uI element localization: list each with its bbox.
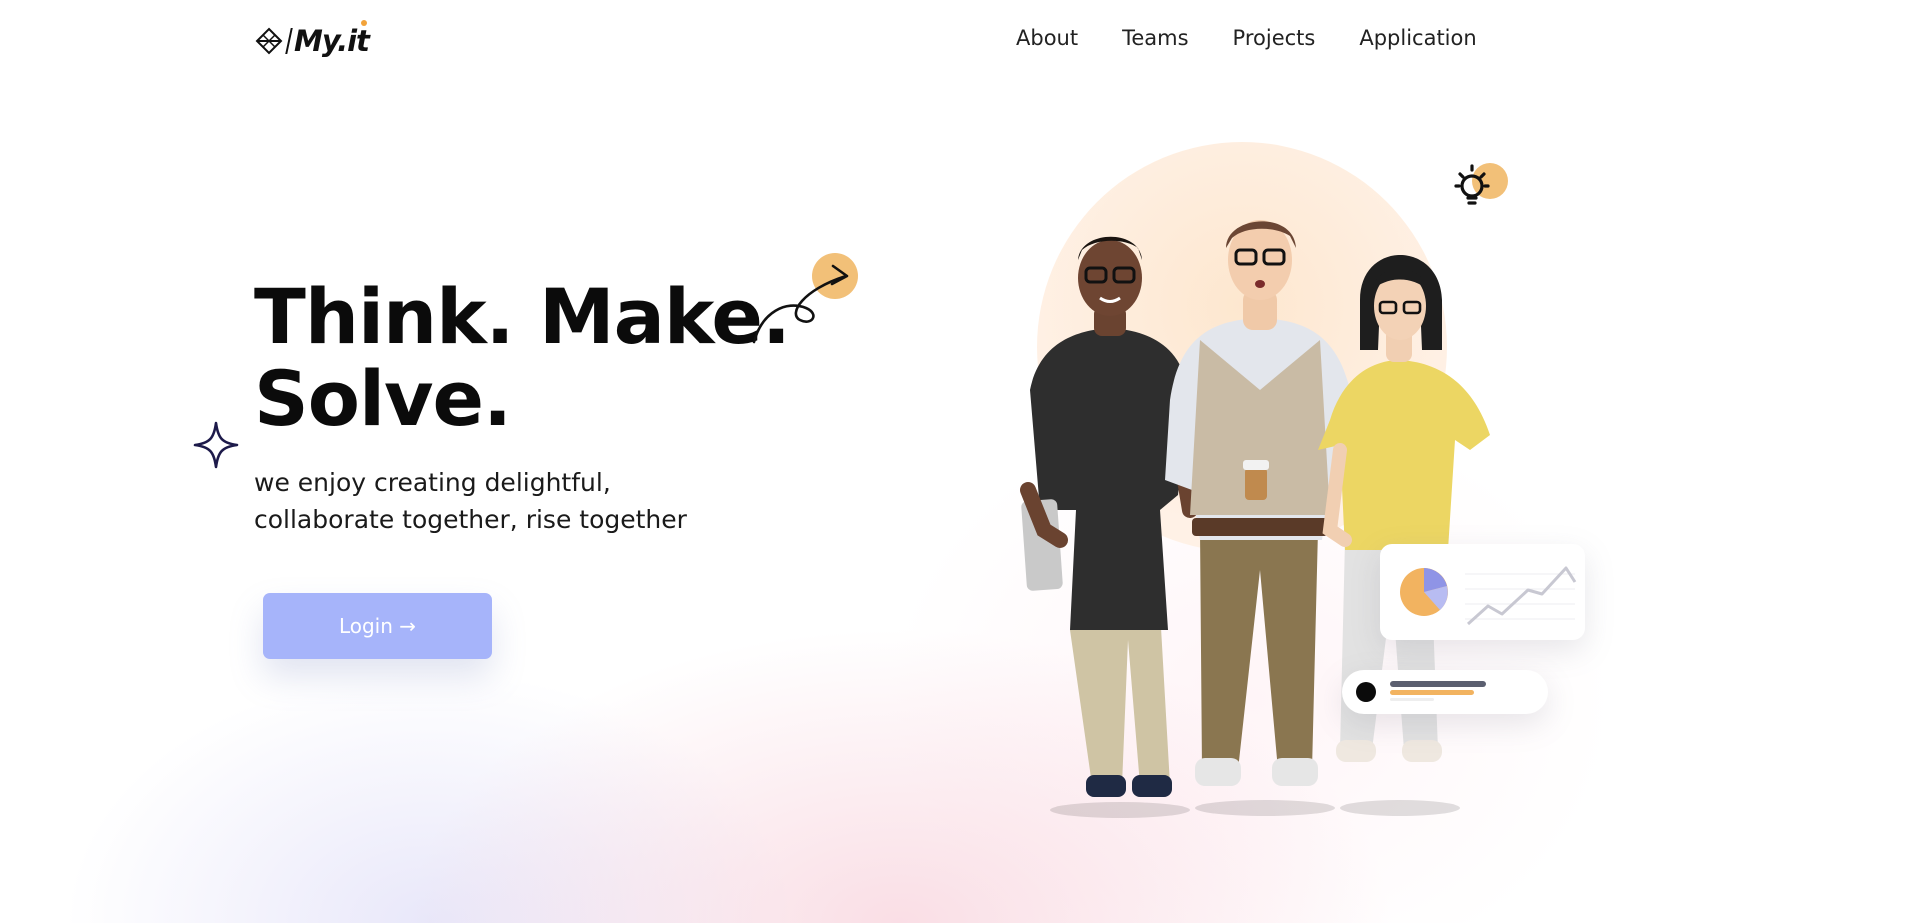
nav-link-projects[interactable]: Projects [1233, 26, 1316, 50]
login-button[interactable]: Login → [263, 593, 492, 659]
progress-card [1342, 670, 1548, 714]
pie-chart-icon [1400, 568, 1448, 616]
logo-dot [360, 20, 367, 26]
nav-link-teams[interactable]: Teams [1122, 26, 1188, 50]
nav-link-about[interactable]: About [1016, 26, 1078, 50]
progress-line [1390, 690, 1474, 695]
headline-line-2: Solve. [254, 354, 512, 443]
people-illustration [1020, 220, 1490, 818]
hero-subtitle: we enjoy creating delightful, collaborat… [254, 464, 774, 538]
progress-line [1390, 681, 1486, 687]
hero-illustration [1000, 140, 1590, 820]
status-dot [1356, 682, 1376, 702]
arrow-doodle-icon [752, 253, 858, 344]
subtitle-line-2: collaborate together, rise together [254, 505, 687, 534]
headline-line-1: Think. Make. [254, 272, 791, 361]
shadow [1050, 802, 1190, 818]
chart-card [1380, 544, 1585, 640]
logo-text: My.it [294, 20, 370, 58]
shadow [1340, 800, 1460, 816]
sparkle-icon [193, 421, 239, 469]
main-nav: About Teams Projects Application [1016, 26, 1477, 50]
logo[interactable]: My.it [254, 20, 370, 58]
line-chart-icon [1465, 566, 1577, 626]
person-left [1020, 236, 1198, 797]
background-glow [0, 0, 1920, 923]
logo-divider [285, 28, 293, 54]
shadow [1195, 800, 1335, 816]
subtitle-line-1: we enjoy creating delightful, [254, 468, 611, 497]
logo-icon [255, 27, 283, 55]
progress-line [1390, 698, 1434, 701]
nav-link-application[interactable]: Application [1359, 26, 1476, 50]
